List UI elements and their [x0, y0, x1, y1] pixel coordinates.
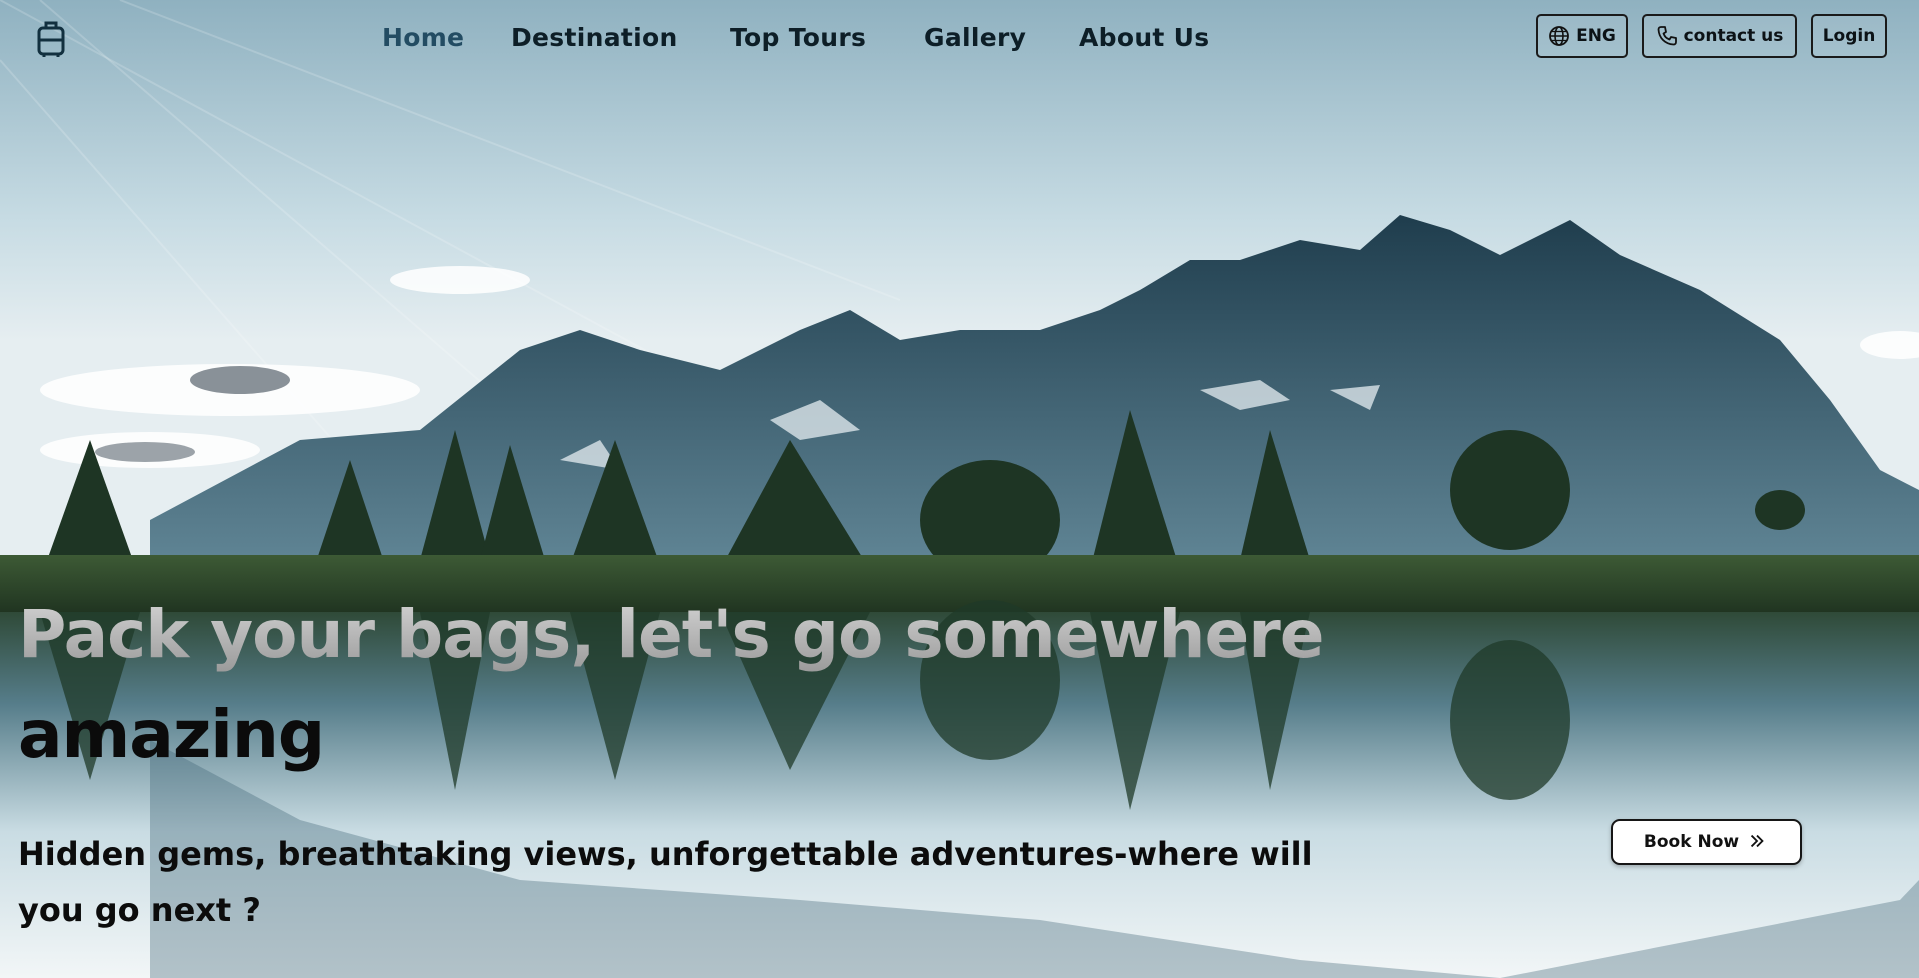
top-navigation-bar: Home Destination Top Tours Gallery About…: [0, 0, 1919, 76]
contact-us-button[interactable]: contact us: [1642, 14, 1797, 58]
book-now-label: Book Now: [1643, 832, 1740, 852]
double-chevron-right-icon: [1747, 831, 1769, 853]
hero-subtitle: Hidden gems, breathtaking views, unforge…: [18, 826, 1418, 938]
book-now-button[interactable]: Book Now: [1611, 819, 1802, 865]
contact-label: contact us: [1683, 26, 1784, 46]
header-actions: ENG contact us Login: [0, 14, 1919, 62]
hero-subtitle-line2: you go next ?: [18, 891, 261, 929]
phone-icon: [1656, 25, 1678, 47]
language-button[interactable]: ENG: [1536, 14, 1628, 58]
hero-subtitle-line1: Hidden gems, breathtaking views, unforge…: [18, 835, 1313, 873]
language-label: ENG: [1576, 26, 1616, 46]
hero-headline-line2: amazing: [18, 696, 325, 773]
hero-headline: Pack your bags, let's go somewhere amazi…: [18, 585, 1418, 785]
globe-icon: [1548, 25, 1570, 47]
hero-headline-line1: Pack your bags, let's go somewhere: [18, 596, 1325, 673]
login-button[interactable]: Login: [1811, 14, 1887, 58]
login-label: Login: [1822, 26, 1876, 46]
